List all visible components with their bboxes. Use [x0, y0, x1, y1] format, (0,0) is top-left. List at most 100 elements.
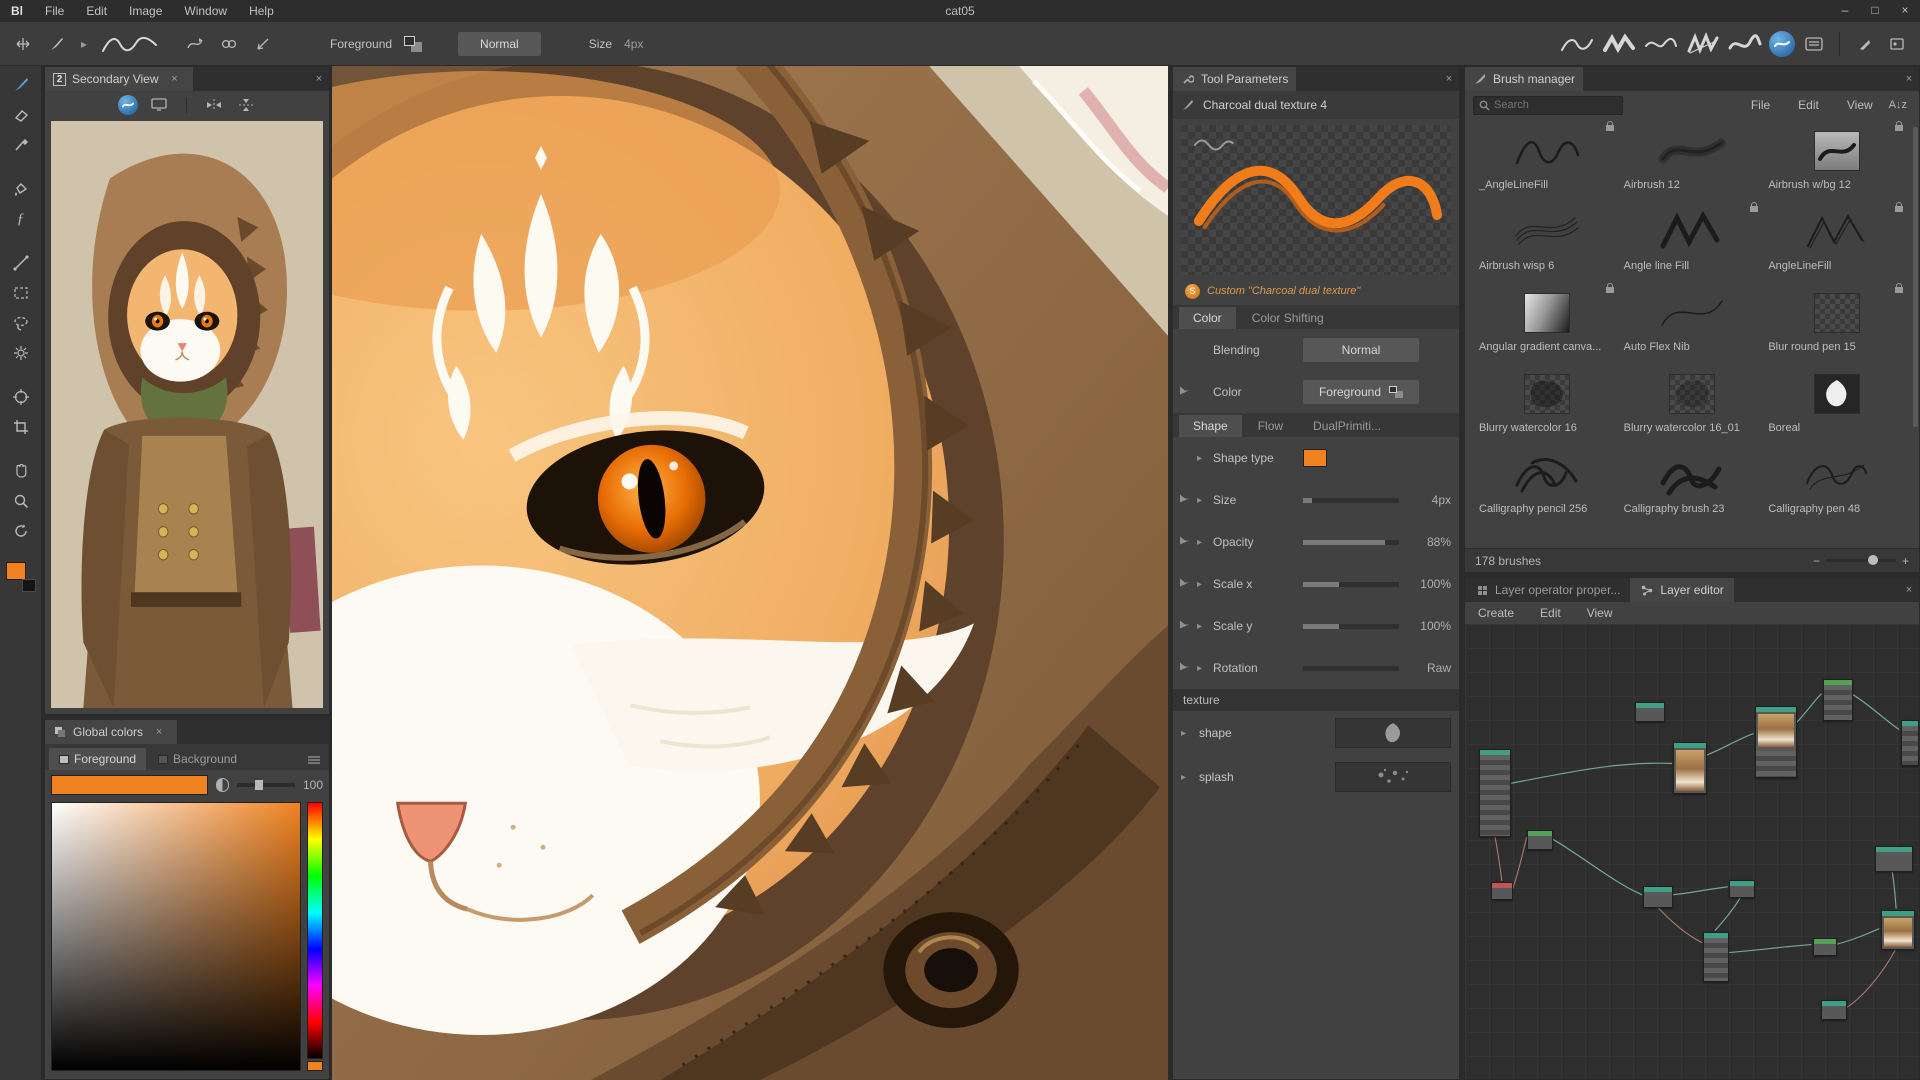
search-box[interactable] [1473, 96, 1623, 115]
nib-angle-icon[interactable] [250, 31, 276, 57]
current-stroke-preview-icon[interactable] [98, 31, 162, 57]
function-curve-tool[interactable]: ƒ [5, 204, 37, 234]
brush-variant-2-icon[interactable] [1601, 31, 1637, 57]
brush-item[interactable]: Calligraphy pencil 256 [1475, 445, 1620, 526]
panel-close-icon[interactable]: × [1899, 584, 1919, 596]
bm-menu-edit[interactable]: Edit [1786, 98, 1831, 112]
tab-background[interactable]: Background [148, 748, 247, 770]
chevron-icon[interactable]: ▸ [1181, 772, 1191, 783]
menu-file[interactable]: File [34, 0, 75, 22]
lasso-select-tool[interactable] [5, 308, 37, 338]
panel-close-icon[interactable]: × [309, 73, 329, 85]
eraser-tool[interactable] [5, 100, 37, 130]
layer-node[interactable] [1901, 720, 1919, 766]
tab-shape[interactable]: Shape [1179, 415, 1242, 437]
search-input[interactable] [1494, 99, 1604, 111]
secondary-view-viewport[interactable] [51, 121, 323, 708]
size-value[interactable]: 4px [624, 37, 643, 51]
brush-item[interactable]: Auto Flex Nib [1620, 283, 1765, 364]
chevron-icon[interactable]: ▸ [1181, 728, 1191, 739]
thumbnail-size-slider[interactable] [1826, 559, 1896, 562]
scale-y-slider[interactable] [1303, 624, 1399, 629]
brush-item[interactable]: Angular gradient canva... [1475, 283, 1620, 364]
line-tool[interactable] [5, 248, 37, 278]
panel-close-icon[interactable]: × [1899, 73, 1919, 85]
rotation-slider[interactable] [1303, 666, 1399, 671]
rotate-view-tool[interactable] [5, 516, 37, 546]
brush-item[interactable]: Airbrush w/bg 12 [1764, 121, 1909, 202]
brush-item[interactable]: AngleLineFill [1764, 202, 1909, 283]
close-button[interactable]: × [1890, 0, 1920, 22]
layer-node[interactable] [1527, 830, 1553, 850]
brush-item[interactable]: Blurry watercolor 16 [1475, 364, 1620, 445]
chevron-icon[interactable]: ▸ [1197, 537, 1207, 548]
foreground-background-swatches[interactable] [6, 562, 36, 592]
layer-node[interactable] [1673, 742, 1707, 794]
transform-handles-icon[interactable] [10, 31, 36, 57]
foreground-swatch-icon[interactable] [404, 36, 422, 52]
tab-color[interactable]: Color [1179, 307, 1236, 329]
color-source-button[interactable]: Foreground [1303, 380, 1419, 404]
layer-node[interactable] [1821, 1000, 1847, 1020]
controller-icon[interactable] [1179, 493, 1191, 507]
panel-options-icon[interactable] [303, 750, 325, 770]
shape-type-swatch[interactable] [1303, 449, 1327, 467]
brush-variant-1-icon[interactable] [1559, 31, 1595, 57]
stroke-smoothing-icon[interactable] [182, 31, 208, 57]
zoom-in-icon[interactable]: + [1902, 554, 1909, 568]
layer-node[interactable] [1875, 846, 1913, 872]
size-slider[interactable] [1303, 498, 1399, 503]
bm-menu-view[interactable]: View [1835, 98, 1885, 112]
scale-x-slider[interactable] [1303, 582, 1399, 587]
controller-icon[interactable] [1179, 619, 1191, 633]
fill-bucket-tool[interactable] [5, 174, 37, 204]
secondary-view-tab[interactable]: 2 Secondary View × [45, 67, 193, 91]
layer-node[interactable] [1703, 932, 1729, 982]
menu-image[interactable]: Image [118, 0, 173, 22]
chevron-icon[interactable]: ▸ [1197, 495, 1207, 506]
active-brush-name[interactable]: Charcoal dual texture 4 [1203, 98, 1327, 112]
saturation-value-picker[interactable] [51, 802, 301, 1071]
pattern-tool[interactable] [5, 338, 37, 368]
tab-layer-operator[interactable]: Layer operator proper... [1465, 578, 1630, 602]
palette-icon[interactable] [1884, 31, 1910, 57]
stroke-link-icon[interactable] [216, 31, 242, 57]
menu-help[interactable]: Help [238, 0, 285, 22]
layer-node[interactable] [1643, 886, 1673, 908]
foreground-color-swatch[interactable] [6, 562, 26, 580]
hue-slider[interactable] [307, 802, 323, 1059]
pan-tool[interactable] [5, 456, 37, 486]
tab-color-shifting[interactable]: Color Shifting [1238, 307, 1338, 329]
brush-manager-tab[interactable]: Brush manager [1465, 67, 1583, 91]
background-color-swatch[interactable] [22, 579, 36, 592]
brush-item[interactable]: _AngleLineFill [1475, 121, 1620, 202]
layer-node[interactable] [1479, 749, 1511, 837]
blending-mode-button[interactable]: Normal [1303, 338, 1419, 362]
layer-node[interactable] [1729, 880, 1755, 898]
brush-item[interactable]: Calligraphy brush 23 [1620, 445, 1765, 526]
chevron-icon[interactable]: ▸ [1197, 579, 1207, 590]
chevron-icon[interactable]: ▸ [1197, 663, 1207, 674]
controller-icon[interactable] [1179, 385, 1191, 399]
brush-variant-3-icon[interactable] [1643, 31, 1679, 57]
tab-layer-editor[interactable]: Layer editor [1630, 578, 1733, 602]
pen-tool-icon[interactable] [1852, 31, 1878, 57]
transform-tool[interactable] [5, 382, 37, 412]
brush-item[interactable]: Blurry watercolor 16_01 [1620, 364, 1765, 445]
menu-window[interactable]: Window [173, 0, 238, 22]
tab-foreground[interactable]: Foreground [49, 748, 146, 770]
texture-shape-thumbnail[interactable] [1335, 718, 1451, 748]
tab-dualprimitive[interactable]: DualPrimiti... [1299, 415, 1395, 437]
tab-close-icon[interactable]: × [165, 73, 185, 85]
brush-tool[interactable] [5, 70, 37, 100]
global-colors-tab[interactable]: Global colors × [45, 720, 177, 744]
bm-menu-file[interactable]: File [1739, 98, 1782, 112]
brush-item[interactable]: Angle line Fill [1620, 202, 1765, 283]
brush-dropdown-chevron-icon[interactable]: ▸ [78, 31, 90, 57]
layer-node[interactable] [1881, 910, 1915, 950]
rect-select-tool[interactable] [5, 278, 37, 308]
zoom-out-icon[interactable]: − [1813, 554, 1820, 568]
brush-item[interactable]: Blur round pen 15 [1764, 283, 1909, 364]
maximize-button[interactable]: □ [1860, 0, 1890, 22]
tab-close-icon[interactable]: × [149, 726, 169, 738]
